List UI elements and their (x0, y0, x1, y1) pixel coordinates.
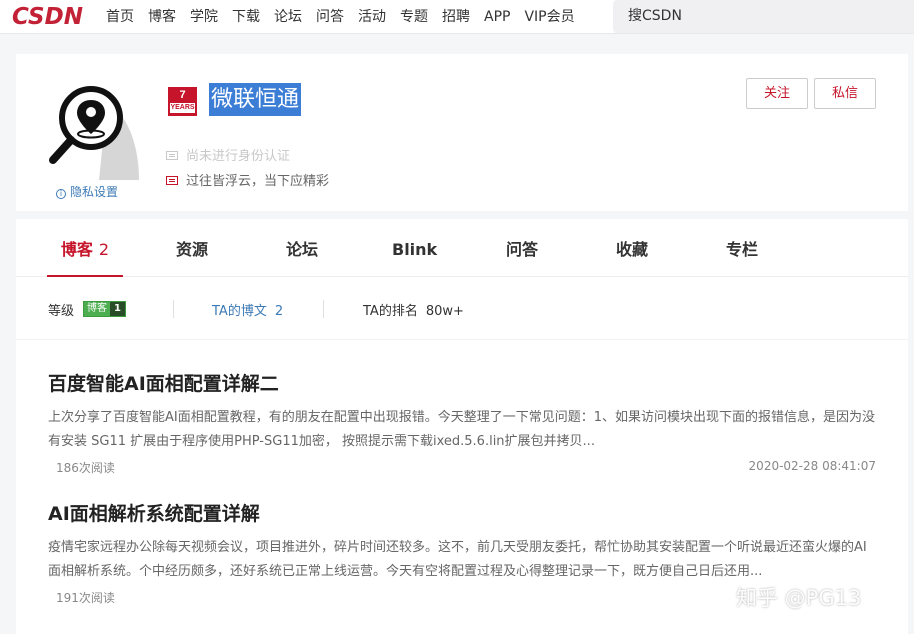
tab-forum[interactable]: 论坛 (286, 219, 318, 277)
zhihu-watermark: 知乎 @PG13 (736, 586, 862, 610)
level-badge-text: 博客 (84, 302, 111, 316)
certification-status: 尚未进行身份认证 (166, 145, 290, 164)
article-item: 百度智能AI面相配置详解二 上次分享了百度智能AI面相配置教程，有的朋友在配置中… (48, 371, 878, 479)
tab-bar: 博客 2 资源 论坛 Blink 问答 收藏 专栏 (16, 219, 908, 277)
article-read-count: 191次阅读 (56, 591, 115, 605)
tab-blog[interactable]: 博客 2 (47, 219, 123, 277)
nav-link-vip[interactable]: VIP会员 (524, 0, 574, 34)
signature-icon (166, 176, 178, 185)
posts-stat[interactable]: TA的博文 2 (212, 300, 283, 319)
user-signature: 过往皆浮云，当下应精彩 (166, 170, 329, 189)
nav-link-forum[interactable]: 论坛 (274, 0, 302, 34)
article-summary: 疫情宅家远程办公除每天视频会议，项目推进外，碎片时间还较多。这不，前几天受朋友委… (48, 540, 867, 579)
search-input[interactable]: 搜CSDN (613, 0, 914, 33)
nav-link-academy[interactable]: 学院 (190, 0, 218, 34)
message-button[interactable]: 私信 (814, 78, 876, 109)
article-title-link[interactable]: 百度智能AI面相配置详解二 (48, 371, 878, 397)
level-badge: 博客 1 (83, 301, 126, 317)
nav-link-jobs[interactable]: 招聘 (442, 0, 470, 34)
tab-qa[interactable]: 问答 (506, 219, 538, 277)
stats-divider (323, 300, 324, 318)
years-label: YEARS (170, 103, 195, 113)
tab-columns[interactable]: 专栏 (726, 219, 758, 277)
posts-count: 2 (274, 304, 284, 319)
info-icon: i (56, 189, 66, 199)
username: 微联恒通 (209, 83, 302, 116)
article-date: 2020-02-28 08:41:07 (748, 459, 876, 473)
years-badge: 7 YEARS (168, 87, 197, 116)
privacy-settings-link[interactable]: i 隐私设置 (56, 183, 118, 200)
stats-bar: 等级 博客 1 TA的博文 2 TA的排名 80w+ (16, 278, 908, 340)
id-card-icon (166, 151, 178, 160)
years-number: 7 (179, 89, 186, 101)
certification-text: 尚未进行身份认证 (186, 149, 291, 164)
rank-value: 80w+ (425, 304, 464, 319)
stats-divider (173, 300, 174, 318)
tab-blog-label: 博客 (60, 240, 93, 259)
top-nav: CSDN 首页 博客 学院 下载 论坛 问答 活动 专题 招聘 APP VIP会… (0, 0, 914, 34)
nav-link-app[interactable]: APP (484, 0, 510, 34)
article-summary: 上次分享了百度智能AI面相配置教程，有的朋友在配置中出现报错。今天整理了一下常见… (48, 410, 875, 449)
tab-favorites[interactable]: 收藏 (616, 219, 648, 277)
nav-link-home[interactable]: 首页 (106, 0, 134, 34)
rank-label: TA的排名 (363, 304, 418, 319)
nav-link-topics[interactable]: 专题 (400, 0, 428, 34)
article-read-count: 186次阅读 (56, 461, 115, 475)
article-title-link[interactable]: AI面相解析系统配置详解 (48, 501, 878, 527)
article-footer: 186次阅读 2020-02-28 08:41:07 (48, 459, 878, 479)
follow-button[interactable]: 关注 (746, 78, 808, 109)
privacy-label: 隐私设置 (70, 185, 119, 199)
csdn-logo[interactable]: CSDN (12, 3, 92, 31)
level-badge-number: 1 (110, 302, 125, 316)
tab-resources[interactable]: 资源 (176, 219, 208, 277)
tab-blink[interactable]: Blink (392, 219, 437, 277)
nav-link-qa[interactable]: 问答 (316, 0, 344, 34)
level-label: 等级 (48, 304, 75, 319)
nav-links: 首页 博客 学院 下载 论坛 问答 活动 专题 招聘 APP VIP会员 (106, 0, 589, 34)
avatar (49, 86, 139, 180)
tab-blog-count: 2 (98, 240, 110, 259)
content-panel: 博客 2 资源 论坛 Blink 问答 收藏 专栏 等级 博客 1 TA的博文 2 TA… (16, 219, 908, 634)
level-stat: 等级 博客 1 (48, 300, 126, 319)
nav-link-blog[interactable]: 博客 (148, 0, 176, 34)
nav-link-download[interactable]: 下载 (232, 0, 260, 34)
profile-card: i 隐私设置 7 YEARS 微联恒通 尚未进行身份认证 过往皆浮云，当下应精彩 … (16, 54, 908, 211)
nav-link-events[interactable]: 活动 (358, 0, 386, 34)
rank-stat: TA的排名 80w+ (363, 300, 464, 319)
magnifier-location-icon (49, 86, 139, 180)
posts-label: TA的博文 (212, 304, 267, 319)
signature-text: 过往皆浮云，当下应精彩 (186, 174, 330, 189)
